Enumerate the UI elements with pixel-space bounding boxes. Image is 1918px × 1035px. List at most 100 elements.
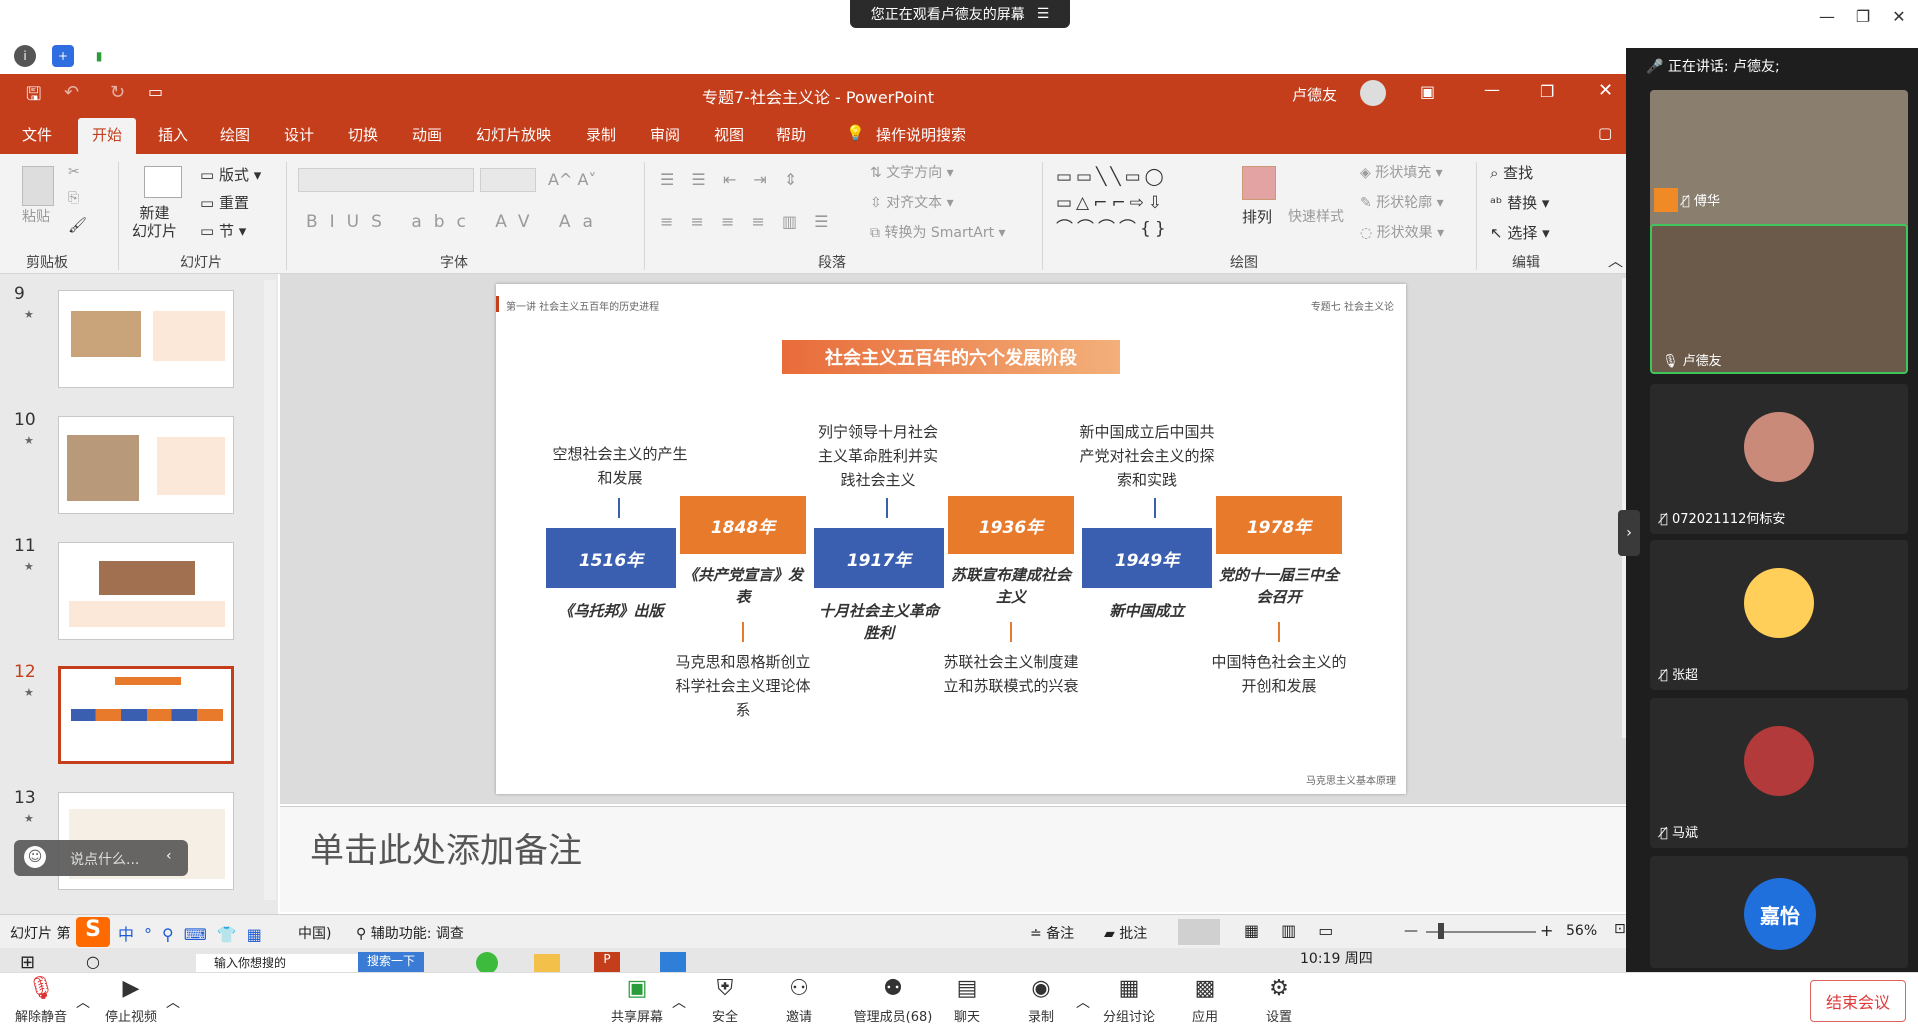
tab-record[interactable]: 录制 <box>586 124 616 145</box>
tab-draw[interactable]: 绘图 <box>220 124 250 145</box>
notes-placeholder[interactable]: 单击此处添加备注 <box>310 823 582 872</box>
signal-icon[interactable]: ▮ <box>88 45 110 67</box>
smartart-button[interactable]: ⧉ 转换为 SmartArt ▾ <box>870 222 1006 242</box>
restore-icon[interactable]: ❐ <box>1848 4 1878 28</box>
normal-view-icon[interactable] <box>1178 919 1220 945</box>
invite-button[interactable]: ⚇ 邀请 <box>754 976 844 1025</box>
new-slide-icon[interactable] <box>144 166 182 198</box>
ime-toolbar-icons[interactable]: 中°⚲⌨👕▦ <box>118 921 272 945</box>
view-icons[interactable]: ▦▥▭ <box>1244 921 1355 940</box>
thumbnail-slide[interactable] <box>58 542 234 640</box>
quick-styles-button[interactable]: 快速样式 <box>1288 206 1344 226</box>
emoji-icon[interactable]: ☺ <box>24 846 46 868</box>
ppt-close-icon[interactable]: ✕ <box>1598 80 1613 101</box>
zoom-out-icon[interactable]: — <box>1404 923 1418 939</box>
zoom-level[interactable]: 56% <box>1566 923 1597 939</box>
tab-file[interactable]: 文件 <box>22 124 52 145</box>
fit-slide-icon[interactable]: ⊡ <box>1614 921 1626 937</box>
settings-button[interactable]: ⚙ 设置 <box>1234 976 1324 1025</box>
shape-effects-button[interactable]: ◌ 形状效果 ▾ <box>1360 222 1444 242</box>
input-method-icon[interactable]: S <box>76 917 110 947</box>
format-painter-icon[interactable]: 🖌 <box>68 216 87 234</box>
windows-icon[interactable]: ⊞ <box>20 952 35 973</box>
copy-icon[interactable]: ⎘ <box>68 190 79 206</box>
arrange-button[interactable]: 排列 <box>1242 206 1272 227</box>
accessibility-status[interactable]: ⚲ 辅助功能: 调查 <box>356 923 464 943</box>
tell-me-search[interactable]: 操作说明搜索 <box>876 124 966 145</box>
participant-tile[interactable]: 🎙̸ 072021112何标安 <box>1650 384 1908 534</box>
tab-help[interactable]: 帮助 <box>776 124 806 145</box>
thumbnail-slide[interactable] <box>58 416 234 514</box>
shapes-gallery[interactable]: ▭▭╲╲▭◯ ▭△⌐⌐⇨⇩ ⌒⌒⌒⌒{} <box>1056 164 1226 242</box>
list-icons[interactable]: ☰ ☰ ⇤ ⇥ ⇕ <box>660 170 803 189</box>
font-name-box[interactable] <box>298 168 474 192</box>
participant-tile[interactable]: 🎙̸ 傅华 <box>1650 90 1908 240</box>
unmute-button[interactable]: 🎙 解除静音 <box>0 976 86 1025</box>
taskbar-search-button[interactable]: 搜索一下 <box>358 952 424 974</box>
taskbar-clock[interactable]: 10:19 周四 <box>1300 948 1373 968</box>
record-button[interactable]: ◉ 录制 <box>996 976 1086 1025</box>
replace-button[interactable]: ᵃᵇ 替换 ▾ <box>1490 192 1549 213</box>
redo-icon[interactable]: ↻ <box>110 82 125 103</box>
thumbnail-scrollbar[interactable] <box>264 280 276 900</box>
participant-tile[interactable]: 🎙̸ 张超 <box>1650 540 1908 690</box>
paste-label[interactable]: 粘贴 <box>22 206 50 226</box>
search-icon[interactable]: ○ <box>86 952 100 971</box>
reset-button[interactable]: ▭ 重置 <box>200 192 249 213</box>
zoom-thumb[interactable] <box>1438 923 1444 939</box>
undo-icon[interactable]: ↶ <box>64 82 79 103</box>
new-slide-button[interactable]: 新建 幻灯片 <box>132 204 177 240</box>
close-icon[interactable]: ✕ <box>1884 4 1914 28</box>
notes-pane[interactable]: 单击此处添加备注 <box>280 806 1636 912</box>
font-format-icons[interactable]: BIUS abc AV Aa <box>306 212 605 232</box>
ribbon-display-icon[interactable]: ▣ <box>1420 82 1435 101</box>
chevron-up-icon[interactable]: ︿ <box>166 992 180 1012</box>
collapse-ribbon-icon[interactable]: ︿ <box>1608 250 1623 271</box>
participant-tile-active[interactable]: 🎙 卢德友 <box>1650 224 1908 374</box>
arrange-icon[interactable] <box>1242 166 1276 200</box>
thumbnail-slide[interactable] <box>58 290 234 388</box>
collapse-panel-icon[interactable]: › <box>1618 510 1640 556</box>
tab-insert[interactable]: 插入 <box>158 124 188 145</box>
avatar[interactable] <box>1360 80 1386 106</box>
chat-input-placeholder[interactable]: 说点什么... <box>70 849 139 869</box>
browser-icon[interactable] <box>476 952 498 974</box>
powerpoint-icon[interactable]: P <box>594 952 620 974</box>
find-button[interactable]: ⌕ 查找 <box>1490 162 1533 183</box>
minimize-icon[interactable]: — <box>1812 4 1842 28</box>
present-icon[interactable]: ▭ <box>148 82 163 101</box>
slide-canvas[interactable]: 第一讲 社会主义五百年的历史进程 专题七 社会主义论 社会主义五百年的六个发展阶… <box>496 284 1406 794</box>
participant-tile[interactable]: 嘉怡 嘉怡 <box>1650 856 1908 968</box>
font-grow-icon[interactable]: A^ A˅ <box>548 170 596 189</box>
layout-button[interactable]: ▭ 版式 ▾ <box>200 164 261 185</box>
tab-home[interactable]: 开始 <box>78 118 137 154</box>
end-meeting-button[interactable]: 结束会议 <box>1810 980 1906 1022</box>
stop-video-button[interactable]: ▶ 停止视频 <box>86 976 176 1025</box>
tab-transitions[interactable]: 切换 <box>348 124 378 145</box>
chevron-left-icon[interactable]: ‹ <box>166 848 172 864</box>
zoom-in-icon[interactable]: + <box>1540 921 1553 940</box>
tab-review[interactable]: 审阅 <box>650 124 680 145</box>
info-icon[interactable]: i <box>14 45 36 67</box>
notes-button[interactable]: ≐ 备注 <box>1030 923 1074 943</box>
share-screen-button[interactable]: ▣ 共享屏幕 <box>592 976 682 1025</box>
ppt-minimize-icon[interactable]: — <box>1484 80 1500 99</box>
folder-icon[interactable] <box>534 954 560 974</box>
paste-icon[interactable] <box>22 166 54 206</box>
chat-box[interactable]: ☺ 说点什么... ‹ <box>14 840 188 876</box>
select-button[interactable]: ↖ 选择 ▾ <box>1490 222 1550 243</box>
save-icon[interactable]: 🖫 <box>26 82 41 112</box>
comments-button[interactable]: ▰ 批注 <box>1104 923 1147 943</box>
comment-icon[interactable]: ▢ <box>1598 124 1612 142</box>
ppt-restore-icon[interactable]: ❐ <box>1540 82 1554 101</box>
photos-icon[interactable] <box>660 952 686 974</box>
align-icons[interactable]: ≡ ≡ ≡ ≡ ▥ ☰ <box>660 212 835 231</box>
text-direction-button[interactable]: ⇅ 文字方向 ▾ <box>870 162 954 182</box>
tab-design[interactable]: 设计 <box>284 124 314 145</box>
menu-icon[interactable]: ☰ <box>1037 6 1050 22</box>
font-size-box[interactable] <box>480 168 536 192</box>
shield-icon[interactable]: + <box>52 45 74 67</box>
tab-view[interactable]: 视图 <box>714 124 744 145</box>
shape-outline-button[interactable]: ✎ 形状轮廓 ▾ <box>1360 192 1444 212</box>
cut-icon[interactable]: ✂ <box>68 164 80 180</box>
